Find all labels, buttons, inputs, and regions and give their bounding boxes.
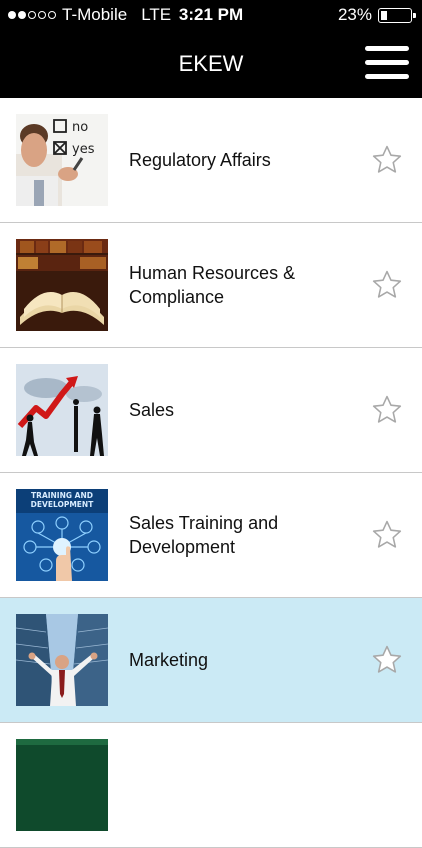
hamburger-menu-icon[interactable] xyxy=(365,46,409,80)
list-item-sales[interactable]: Sales xyxy=(0,348,422,473)
category-list: no yes Regulatory Affairs Human Resource… xyxy=(0,98,422,848)
list-item-label: Regulatory Affairs xyxy=(129,150,271,170)
nav-bar: EKEW xyxy=(0,30,422,98)
favorite-star-icon[interactable] xyxy=(370,518,404,552)
battery-fill xyxy=(381,10,387,20)
list-item-label: Sales Training and Development xyxy=(129,513,279,557)
list-item-regulatory-affairs[interactable]: no yes Regulatory Affairs xyxy=(0,98,422,223)
list-item-sales-training-development[interactable]: TRAINING AND DEVELOPMENT Sales Training … xyxy=(0,473,422,598)
favorite-star-icon[interactable] xyxy=(370,143,404,177)
marketing-thumbnail xyxy=(16,614,108,706)
favorite-star-icon[interactable] xyxy=(370,393,404,427)
list-item-human-resources-compliance[interactable]: Human Resources & Compliance xyxy=(0,223,422,348)
regulatory-affairs-thumbnail: no yes xyxy=(16,114,108,206)
app-title: EKEW xyxy=(178,51,244,76)
list-item-label: Human Resources & Compliance xyxy=(129,263,296,307)
yes-option-label: yes xyxy=(72,142,95,157)
battery-status: 23% xyxy=(337,5,416,25)
list-item-label: Sales xyxy=(129,400,175,420)
battery-icon xyxy=(378,7,416,23)
favorite-star-icon[interactable] xyxy=(370,268,404,302)
list-item-label: Marketing xyxy=(129,650,209,670)
status-bar: T-Mobile LTE 3:21 PM 23% xyxy=(0,0,422,30)
no-option-label: no xyxy=(72,120,88,135)
training-heading-line2: DEVELOPMENT xyxy=(31,500,95,509)
list-item-partial[interactable] xyxy=(0,723,422,848)
human-resources-thumbnail xyxy=(16,239,108,331)
favorite-star-icon[interactable] xyxy=(370,643,404,677)
sales-thumbnail xyxy=(16,364,108,456)
list-item-label xyxy=(129,723,339,847)
partial-thumbnail xyxy=(16,739,108,831)
training-heading-line1: TRAINING AND xyxy=(31,491,93,500)
battery-percent: 23% xyxy=(337,5,372,24)
sales-training-thumbnail: TRAINING AND DEVELOPMENT xyxy=(16,489,108,581)
list-item-marketing[interactable]: Marketing xyxy=(0,598,422,723)
